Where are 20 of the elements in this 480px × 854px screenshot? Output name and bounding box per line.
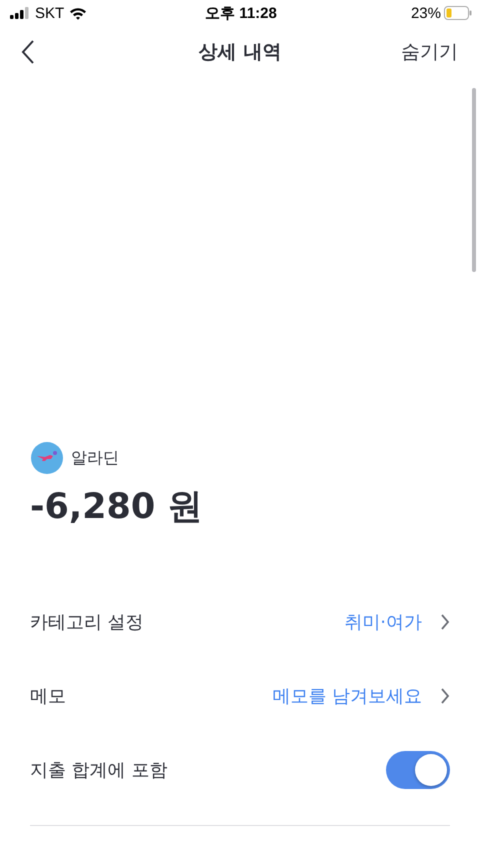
merchant-name: 알라딘	[71, 448, 119, 468]
wifi-icon	[69, 6, 88, 20]
chevron-right-icon	[440, 687, 450, 705]
row-label: 지출 합계에 포함	[30, 759, 168, 782]
row-value-link[interactable]: 취미·여가	[344, 610, 450, 634]
battery-percent: 23%	[410, 4, 441, 22]
battery-icon	[444, 6, 472, 20]
back-button[interactable]	[20, 39, 36, 65]
status-time: 오후 11:28	[205, 4, 277, 22]
signal-icon	[10, 7, 30, 19]
row-label: 카테고리 설정	[30, 611, 145, 634]
row-label: 메모	[30, 685, 67, 708]
page-title: 상세 내역	[198, 41, 282, 63]
hide-button[interactable]: 숨기기	[401, 39, 458, 65]
chevron-right-icon	[440, 613, 450, 631]
scrollbar[interactable]	[472, 88, 476, 272]
amount: -6,280 원	[30, 486, 202, 528]
row-value-link[interactable]: 메모를 남겨보세요	[272, 684, 450, 708]
carrier-name: SKT	[35, 4, 64, 22]
toggle-switch[interactable]	[386, 751, 450, 789]
